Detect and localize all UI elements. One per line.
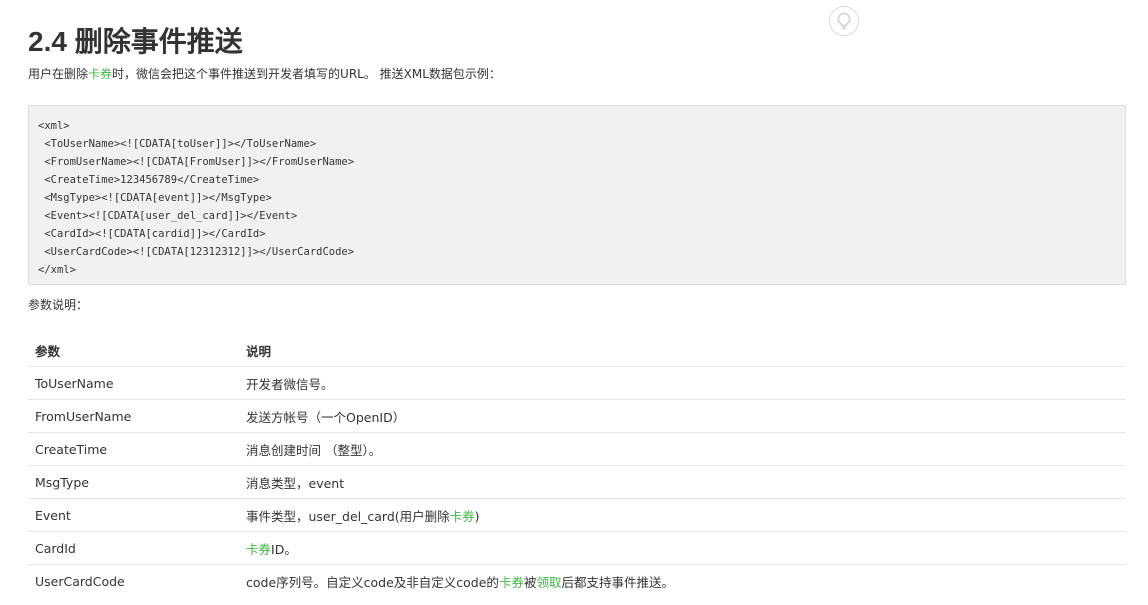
description-text: 后都支持事件推送。 bbox=[561, 574, 674, 590]
param-name: FromUserName bbox=[28, 399, 239, 433]
table-row: MsgType 消息类型，event bbox=[28, 465, 1126, 499]
param-name: ToUserName bbox=[28, 366, 239, 400]
param-name: UserCardCode bbox=[35, 573, 125, 589]
column-header-param: 参数 bbox=[28, 334, 239, 367]
card-link[interactable]: 领取 bbox=[536, 575, 561, 590]
description-text: 消息类型，event bbox=[246, 475, 345, 491]
description-text: 被 bbox=[523, 574, 537, 590]
card-link[interactable]: 卡券 bbox=[246, 542, 271, 557]
table-row: FromUserName 发送方帐号（一个OpenID） bbox=[28, 399, 1126, 433]
param-name: MsgType bbox=[28, 465, 239, 499]
description-text: code序列号。自定义code及非自定义code的 bbox=[246, 574, 499, 590]
intro-paragraph: 用户在删除卡券时，微信会把这个事件推送到开发者填写的URL。 推送XML数据包示… bbox=[28, 65, 501, 82]
section-title: 2.4 删除事件推送 bbox=[28, 26, 243, 57]
param-description: 事件类型，user_del_card(用户删除卡券) bbox=[239, 498, 1126, 532]
card-link[interactable]: 卡券 bbox=[450, 509, 475, 524]
xml-code-block: <xml> <ToUserName><![CDATA[toUser]]></To… bbox=[28, 105, 1126, 285]
param-name: Event bbox=[28, 498, 239, 532]
intro-text-after: 时，微信会把这个事件推送到开发者填写的URL。 推送XML数据包示例： bbox=[112, 67, 501, 81]
param-description: 消息创建时间 （整型）。 bbox=[239, 432, 1126, 466]
param-description: code序列号。自定义code及非自定义code的卡券被领取后都支持事件推送。 bbox=[239, 565, 1126, 598]
table-row: CardId 卡券ID。 bbox=[28, 531, 1126, 565]
param-name: CardId bbox=[28, 531, 239, 565]
description-text: 消息创建时间 （整型）。 bbox=[246, 442, 382, 458]
params-label: 参数说明： bbox=[28, 298, 89, 312]
table-row: ToUserName 开发者微信号。 bbox=[28, 366, 1126, 400]
param-description: 发送方帐号（一个OpenID） bbox=[239, 399, 1126, 433]
description-text: ID。 bbox=[271, 541, 297, 557]
params-table: 参数 说明 ToUserName 开发者微信号。 FromUserName 发送方帐号… bbox=[28, 334, 1126, 597]
param-description: 消息类型，event bbox=[239, 465, 1126, 499]
param-description: 卡券ID。 bbox=[239, 531, 1126, 565]
param-name: CreateTime bbox=[28, 432, 239, 466]
table-row: UserCardCode code序列号。自定义code及非自定义code的卡券被… bbox=[28, 565, 1126, 598]
description-text: ) bbox=[474, 508, 480, 524]
params-table-body: ToUserName 开发者微信号。 FromUserName 发送方帐号（一个Ope… bbox=[28, 366, 1126, 598]
card-link[interactable]: 卡券 bbox=[88, 67, 112, 81]
param-description: 开发者微信号。 bbox=[239, 366, 1126, 400]
table-row: Event 事件类型，user_del_card(用户删除卡券) bbox=[28, 498, 1126, 532]
table-row: CreateTime 消息创建时间 （整型）。 bbox=[28, 432, 1126, 466]
lightbulb-icon[interactable] bbox=[829, 6, 859, 36]
intro-text-before: 用户在删除 bbox=[28, 67, 89, 81]
description-text: 事件类型，user_del_card(用户删除 bbox=[246, 508, 450, 524]
card-link[interactable]: 卡券 bbox=[499, 575, 524, 590]
description-text: 发送方帐号（一个OpenID） bbox=[246, 409, 406, 425]
description-text: 开发者微信号。 bbox=[246, 376, 334, 392]
column-header-desc: 说明 bbox=[239, 334, 1126, 367]
table-header-row: 参数 说明 bbox=[28, 334, 1126, 367]
